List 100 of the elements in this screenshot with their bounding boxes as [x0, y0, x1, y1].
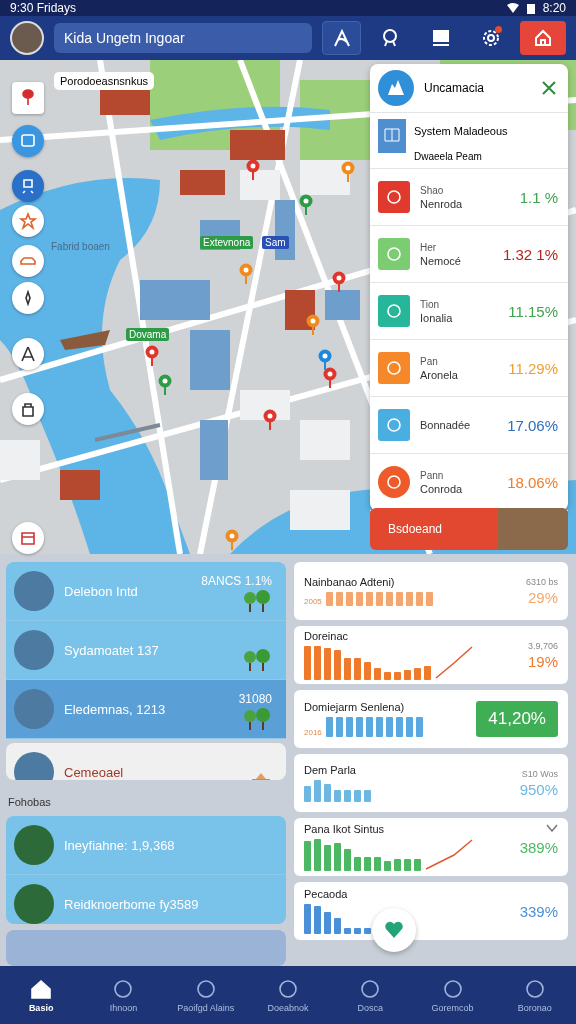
home-button[interactable] — [520, 21, 566, 55]
stat-title: Pana Ikot Sintus — [304, 823, 386, 835]
bag-icon — [19, 400, 37, 418]
map-pin-icon[interactable] — [318, 349, 332, 371]
bus-icon — [19, 132, 37, 150]
place-title: Reidknoerbome fy3589 — [64, 896, 199, 912]
row-value: 11.15% — [508, 302, 558, 320]
banner[interactable]: Bsdoeand — [370, 508, 568, 550]
route-button[interactable] — [321, 21, 362, 55]
place-title: Ineyfiahne: 1,9,368 — [64, 837, 175, 853]
map-pin-icon[interactable] — [341, 161, 355, 183]
summary-title: System Maladeous — [414, 125, 508, 137]
map-search-label[interactable]: Porodoeasnsnkus — [54, 72, 155, 90]
map-tag: Dovama — [126, 328, 170, 341]
map-label: Fabrid boaen — [50, 240, 111, 253]
map-pin-icon[interactable] — [225, 529, 239, 551]
row-value: 17.06% — [507, 416, 558, 434]
chevron-icon[interactable] — [546, 824, 558, 832]
row-label: Tion — [420, 298, 441, 310]
building-drawing — [300, 420, 350, 460]
nav-tab[interactable]: Dosca — [329, 966, 412, 1024]
battery-icon — [526, 2, 535, 14]
building-drawing — [300, 160, 350, 195]
stat-title: Nainbanao Adteni) — [304, 576, 396, 588]
nav-tab[interactable]: Goremcob — [411, 966, 494, 1024]
map-pin-icon[interactable] — [306, 314, 320, 336]
nav-tab[interactable]: Basio — [0, 966, 83, 1024]
wifi-icon — [506, 3, 519, 13]
map-pin-icon[interactable] — [299, 194, 313, 216]
trees-icon — [242, 649, 272, 671]
stat-card[interactable]: Domiejarm Senlena) 2016 41,20% — [294, 690, 568, 748]
building-drawing — [230, 130, 285, 160]
trees-icon — [242, 708, 272, 730]
circle-icon — [359, 977, 382, 1000]
building-drawing — [200, 420, 228, 480]
row-label: Shao — [420, 184, 445, 196]
map-pin-icon[interactable] — [239, 263, 253, 285]
row-label: Her — [420, 241, 438, 253]
stat-card[interactable]: Pana Ikot Sintus 389% — [294, 818, 568, 876]
banner-label: Bsdoeand — [388, 522, 443, 536]
nav-tab[interactable]: Doeabnok — [246, 966, 330, 1024]
building-drawing — [180, 170, 225, 195]
place-title: Cemeoael — [64, 764, 124, 780]
nav-tab[interactable]: Ihnoon — [82, 966, 165, 1024]
building-drawing — [285, 290, 315, 330]
row-value: 18.06% — [507, 473, 558, 491]
stat-title: Doreinac — [304, 630, 350, 642]
building-drawing — [240, 390, 290, 420]
map-pin-icon[interactable] — [145, 345, 159, 367]
map-pin-icon[interactable] — [263, 409, 277, 431]
landmark-icon — [378, 70, 414, 106]
row-name: Ionalia — [420, 311, 454, 324]
photo-placeholder — [14, 825, 54, 866]
stat-card[interactable]: Nainbanao Adteni) 2005 6310 bs 29% — [294, 562, 568, 620]
nav-tab[interactable]: Paoifgd Alains — [164, 966, 247, 1024]
photo-placeholder — [14, 752, 54, 781]
photo-placeholder — [14, 571, 54, 611]
stat-card[interactable]: Dem Parla S10 Wos 950% — [294, 754, 568, 812]
circle-icon — [441, 977, 464, 1000]
map-pin-button[interactable] — [12, 82, 44, 114]
trees-icon — [242, 590, 272, 612]
map-pin-icon[interactable] — [323, 367, 337, 389]
building-drawing — [325, 290, 360, 320]
close-icon[interactable] — [542, 81, 556, 95]
building-drawing — [0, 440, 40, 480]
pin-icon — [19, 89, 37, 107]
place-title: Delebon Intd — [64, 583, 138, 599]
panel-title: Uncamacia — [424, 81, 486, 95]
nav-tab[interactable]: Boronao — [493, 966, 576, 1024]
row-name: Conroda — [420, 482, 464, 495]
map-pin-icon[interactable] — [246, 159, 260, 181]
stat-card[interactable]: Doreinac 3.9,706 19% — [294, 626, 568, 684]
stat-value: 41,20% — [476, 701, 558, 737]
stat-note: 3.9,706 — [527, 640, 558, 651]
stat-value: 339% — [519, 902, 558, 920]
circle-icon — [523, 977, 546, 1000]
building-drawing — [140, 280, 210, 320]
star-icon — [19, 212, 37, 230]
circle-icon — [277, 977, 299, 1000]
row-label: Pan — [420, 355, 439, 367]
grid-icon — [378, 119, 406, 153]
status-clock: 8:20 — [542, 1, 566, 15]
stat-card[interactable]: Pecaoda 339% — [294, 882, 568, 940]
stat-caption: 2016 — [304, 728, 322, 737]
map-tag: Extevnona — [200, 236, 254, 249]
map-pin-icon[interactable] — [332, 271, 346, 293]
map-pin-icon[interactable] — [158, 374, 172, 396]
building-drawing — [290, 490, 350, 530]
home-icon — [30, 977, 53, 1000]
title-field[interactable]: Kida Ungetn Ingoar — [54, 23, 312, 53]
map-tag: Sam — [262, 236, 289, 249]
photo-placeholder — [14, 630, 54, 670]
place-title: Sydamoatet 137 — [64, 642, 159, 658]
status-time: 9:30 Fridays — [10, 1, 77, 15]
stat-value: 29% — [527, 588, 558, 606]
avatar-icon[interactable] — [10, 21, 44, 55]
building-drawing — [60, 470, 100, 500]
boat-drawing — [60, 330, 110, 350]
stat-caption: 2005 — [304, 597, 322, 606]
place-item[interactable]: Cemeoael — [6, 743, 286, 781]
